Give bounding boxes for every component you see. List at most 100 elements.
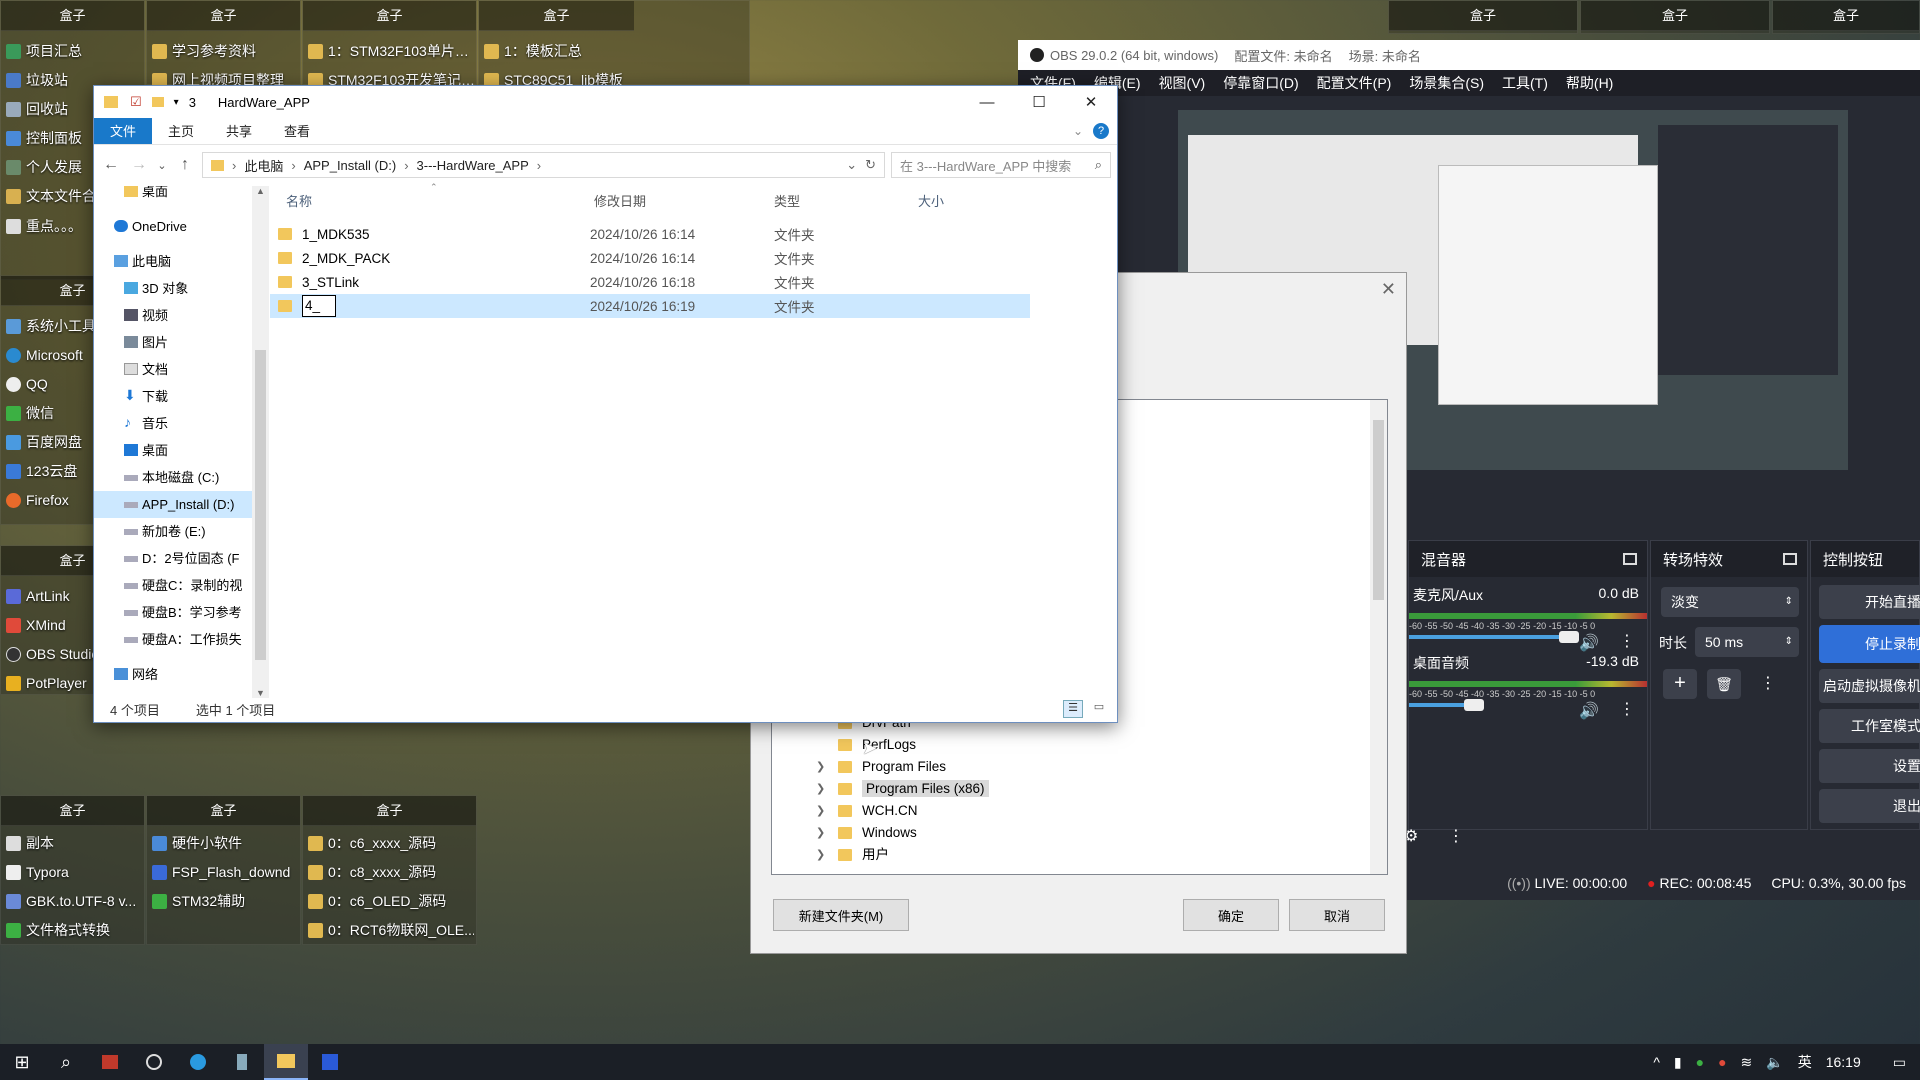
app-icon[interactable] — [220, 1044, 264, 1080]
tree-node[interactable]: ❯ Program Files — [772, 756, 1362, 778]
desktop-shortcut[interactable]: 0：RCT6物联网_OLE... — [304, 919, 474, 941]
wifi-icon[interactable]: ≋ — [1741, 1054, 1753, 1071]
menu-scene-collection[interactable]: 场景集合(S) — [1409, 73, 1484, 93]
more-icon[interactable]: ⋮ — [1619, 699, 1635, 719]
nav-item-drive-f[interactable]: D：2号位固态 (F — [94, 545, 254, 572]
file-row[interactable]: 4_ 2024/10/26 16:19 文件夹 — [270, 294, 1030, 318]
menu-profile[interactable]: 配置文件(P) — [1317, 73, 1392, 93]
properties-icon[interactable]: ☑ — [130, 94, 142, 110]
nav-scrollbar[interactable]: ▲ ▼ — [252, 186, 269, 698]
tray-expand-icon[interactable]: ^ — [1653, 1054, 1660, 1070]
cancel-button[interactable]: 取消 — [1289, 899, 1385, 931]
nav-item-pictures[interactable]: 图片 — [94, 329, 254, 356]
notification-icon[interactable]: ▭ — [1893, 1054, 1906, 1071]
menu-tools[interactable]: 工具(T) — [1502, 73, 1548, 93]
trash-icon[interactable]: 🗑 — [1707, 669, 1741, 699]
exit-button[interactable]: 退出 — [1819, 789, 1920, 823]
speaker-icon[interactable]: 🔊 — [1579, 633, 1599, 653]
menu-help[interactable]: 帮助(H) — [1566, 73, 1613, 93]
input-language[interactable]: 英 — [1798, 1052, 1812, 1072]
scroll-thumb[interactable] — [255, 350, 266, 660]
desktop-shortcut[interactable]: 1：模板汇总 — [480, 40, 630, 62]
add-icon[interactable]: + — [1663, 669, 1697, 699]
address-bar[interactable]: › 此电脑 › APP_Install (D:) › 3---HardWare_… — [202, 152, 885, 178]
file-explorer-icon[interactable] — [264, 1044, 308, 1080]
nav-item-drive-c[interactable]: 本地磁盘 (C:) — [94, 464, 254, 491]
search-icon[interactable]: ⌕ — [44, 1044, 88, 1080]
wechat-tray-icon[interactable]: ● — [1696, 1054, 1704, 1070]
expand-arrow-icon[interactable]: ❯ — [816, 778, 825, 800]
large-icons-view-icon[interactable]: ▭ — [1089, 700, 1109, 718]
keil-icon[interactable] — [308, 1044, 352, 1080]
expand-arrow-icon[interactable]: ❯ — [816, 756, 825, 778]
back-icon[interactable]: ← — [100, 156, 122, 174]
more-icon[interactable]: ⋮ — [1448, 826, 1464, 846]
desktop-shortcut[interactable]: 1：STM32F103单片… — [304, 40, 474, 62]
virtual-camera-button[interactable]: 启动虚拟摄像机 — [1819, 669, 1920, 703]
close-button[interactable]: ✕ — [1065, 86, 1117, 118]
nav-item-desktop[interactable]: 桌面 — [94, 186, 254, 205]
usb-icon[interactable]: ▮ — [1674, 1054, 1682, 1071]
new-folder-button[interactable]: 新建文件夹(M) — [773, 899, 909, 931]
edge-icon[interactable] — [176, 1044, 220, 1080]
nav-item-drive[interactable]: 硬盘A：工作损失 — [94, 626, 254, 653]
nav-item-3d-objects[interactable]: 3D 对象 — [94, 275, 254, 302]
file-row[interactable]: 2_MDK_PACK 2024/10/26 16:14 文件夹 — [270, 246, 1030, 270]
desktop-shortcut[interactable]: 0：c6_OLED_源码 — [304, 890, 474, 912]
desktop-shortcut[interactable]: 项目汇总 — [2, 40, 142, 62]
scroll-up-icon[interactable]: ▲ — [252, 186, 269, 196]
breadcrumb-this-pc[interactable]: 此电脑 — [244, 156, 283, 175]
desktop-shortcut[interactable]: 0：c8_xxxx_源码 — [304, 861, 474, 883]
more-icon[interactable]: ⋮ — [1619, 631, 1635, 651]
volume-icon[interactable]: 🔈 — [1766, 1054, 1783, 1071]
forward-icon[interactable]: → — [128, 156, 150, 174]
tab-view[interactable]: 查看 — [268, 118, 326, 144]
tree-node[interactable]: ❯ WCH.CN — [772, 800, 1362, 822]
nav-item-drive[interactable]: 硬盘B：学习参考 — [94, 599, 254, 626]
breadcrumb-folder[interactable]: 3---HardWare_APP — [417, 158, 529, 173]
column-header-name[interactable]: 名称 — [270, 191, 590, 210]
desktop-shortcut[interactable]: 硬件小软件 — [148, 832, 298, 854]
quick-access-dropdown-icon[interactable]: ▾ — [174, 97, 179, 108]
new-folder-quick-icon[interactable] — [151, 97, 164, 107]
nav-item-drive-d[interactable]: APP_Install (D:) — [94, 491, 254, 518]
tree-node[interactable]: ❯ 用户 — [772, 844, 1362, 866]
address-dropdown-icon[interactable]: ⌄ — [846, 157, 857, 173]
app-tray-icon[interactable]: ● — [1718, 1054, 1726, 1070]
expand-arrow-icon[interactable]: ❯ — [816, 800, 825, 822]
stop-recording-button[interactable]: 停止录制 — [1819, 625, 1920, 663]
search-input[interactable]: 在 3---HardWare_APP 中搜索 ⌕ — [891, 152, 1111, 178]
nav-item-drive[interactable]: 硬盘C：录制的视 — [94, 572, 254, 599]
column-header-date[interactable]: 修改日期 — [590, 191, 774, 210]
breadcrumb-drive[interactable]: APP_Install (D:) — [304, 158, 396, 173]
nav-item-downloads[interactable]: ⬇ 下载 — [94, 383, 254, 410]
tree-node[interactable]: ❯ Windows — [772, 822, 1362, 844]
studio-mode-button[interactable]: 工作室模式 — [1819, 709, 1920, 743]
desktop-shortcut[interactable]: Typora — [2, 861, 142, 883]
start-streaming-button[interactable]: 开始直播 — [1819, 585, 1920, 619]
scroll-thumb[interactable] — [1373, 420, 1384, 600]
recent-dropdown-icon[interactable]: ⌄ — [156, 159, 168, 172]
volume-slider[interactable] — [1409, 699, 1484, 711]
transition-select[interactable]: 淡变 ⇕ — [1661, 587, 1799, 617]
close-icon[interactable]: ✕ — [1381, 279, 1396, 300]
desktop-shortcut[interactable]: 0：c6_xxxx_源码 — [304, 832, 474, 854]
maximize-button[interactable]: ☐ — [1013, 86, 1065, 118]
undock-icon[interactable] — [1623, 553, 1637, 565]
desktop-shortcut[interactable]: 文件格式转换 — [2, 919, 142, 941]
nav-item-videos[interactable]: 视频 — [94, 302, 254, 329]
menu-docks[interactable]: 停靠窗口(D) — [1223, 73, 1298, 93]
speaker-icon[interactable]: 🔊 — [1579, 701, 1599, 721]
tab-file[interactable]: 文件 — [94, 118, 153, 144]
file-row[interactable]: 1_MDK535 2024/10/26 16:14 文件夹 — [270, 222, 1030, 246]
nav-item-network[interactable]: 网络 — [94, 661, 254, 688]
nav-item-documents[interactable]: 文档 — [94, 356, 254, 383]
nav-item-onedrive[interactable]: OneDrive — [94, 213, 254, 240]
desktop-shortcut[interactable]: STM32辅助 — [148, 890, 298, 912]
nav-item-this-pc[interactable]: 此电脑 — [94, 248, 254, 275]
file-row[interactable]: 3_STLink 2024/10/26 16:18 文件夹 — [270, 270, 1030, 294]
slider-handle[interactable] — [1464, 699, 1484, 711]
column-header-type[interactable]: 类型 — [774, 191, 924, 210]
undock-icon[interactable] — [1783, 553, 1797, 565]
navigation-pane[interactable]: 桌面 OneDrive 此电脑 3D 对象 视频 图片 文档 ⬇ 下载 ♪ 音乐 桌… — [94, 186, 254, 698]
